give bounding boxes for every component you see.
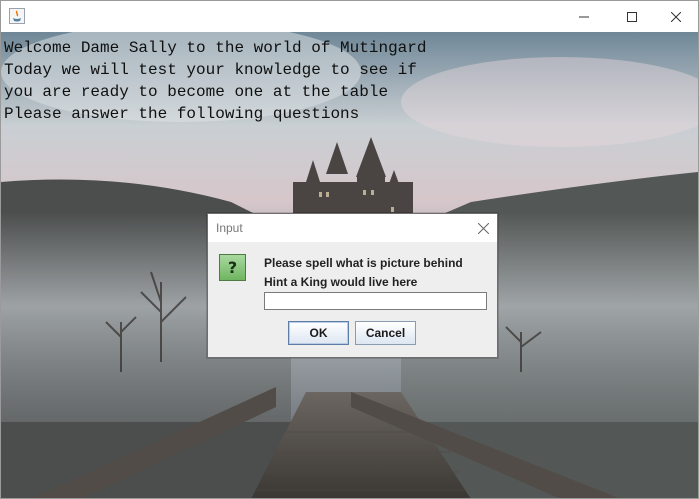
intro-line: you are ready to become one at the table xyxy=(4,83,389,101)
input-dialog: Input ? Please spell what is picture beh… xyxy=(207,213,498,358)
java-app-icon xyxy=(9,8,25,24)
answer-input[interactable] xyxy=(264,292,487,310)
question-icon: ? xyxy=(219,254,246,281)
dialog-hint: Hint a King would live here xyxy=(264,275,418,289)
dialog-close-button[interactable] xyxy=(475,220,491,236)
cancel-button[interactable]: Cancel xyxy=(355,321,416,345)
dialog-titlebar[interactable]: Input xyxy=(208,214,497,242)
close-icon xyxy=(477,222,489,234)
intro-line: Welcome Dame Sally to the world of Mutin… xyxy=(4,39,427,57)
ok-button[interactable]: OK xyxy=(288,321,349,345)
intro-text: Welcome Dame Sally to the world of Mutin… xyxy=(4,37,426,125)
minimize-icon xyxy=(579,16,589,17)
app-window: Welcome Dame Sally to the world of Mutin… xyxy=(0,0,699,499)
maximize-button[interactable] xyxy=(609,1,655,32)
intro-line: Please answer the following questions xyxy=(4,105,360,123)
close-window-button[interactable] xyxy=(653,1,698,32)
close-icon xyxy=(671,11,681,22)
minimize-button[interactable] xyxy=(561,1,607,32)
dialog-title: Input xyxy=(216,221,243,235)
maximize-icon xyxy=(627,11,637,22)
window-titlebar[interactable] xyxy=(1,1,698,32)
intro-line: Today we will test your knowledge to see… xyxy=(4,61,417,79)
dialog-message: Please spell what is picture behind xyxy=(264,256,463,270)
